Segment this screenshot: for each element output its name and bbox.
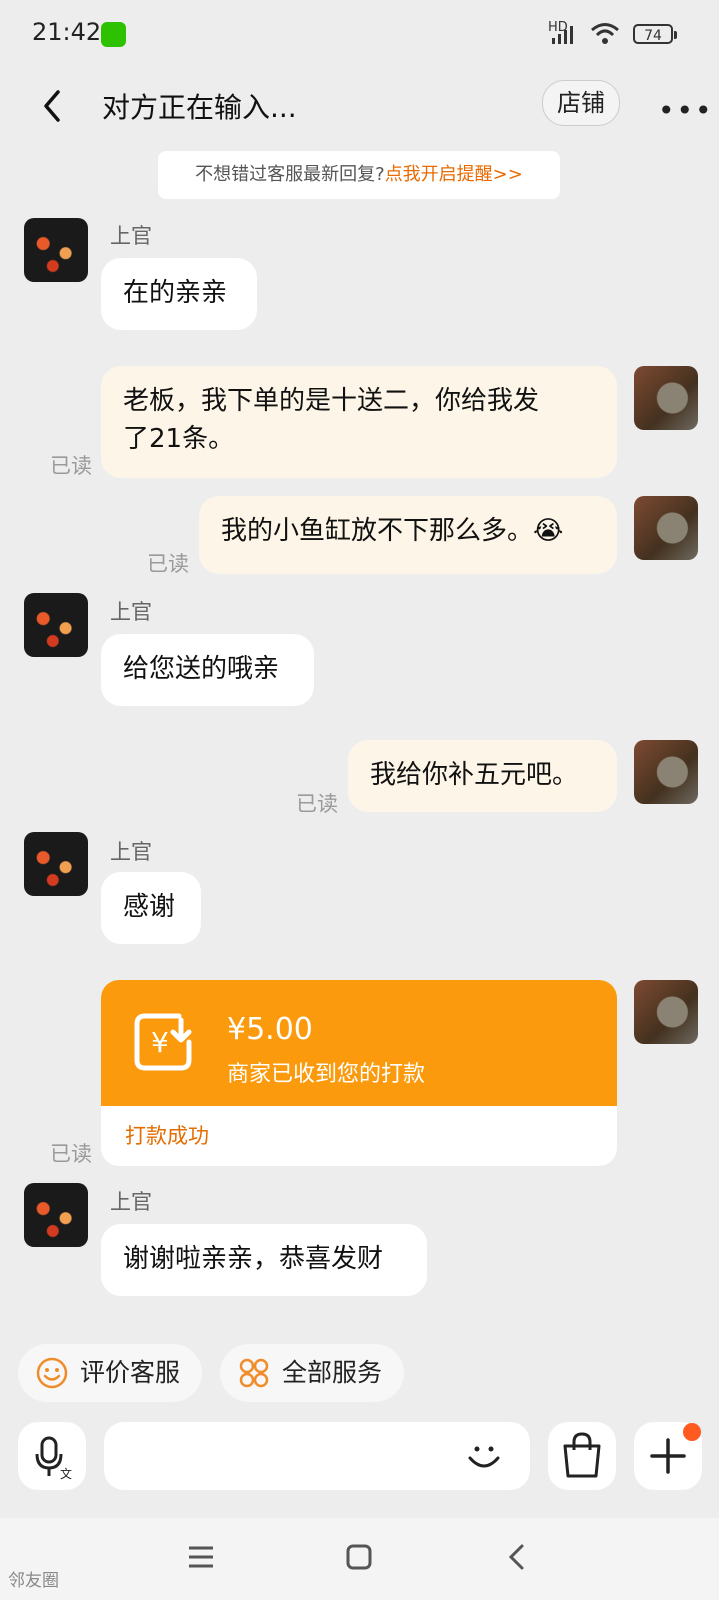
crying-emoji-icon: 😭 [533,516,564,546]
rate-service-button[interactable]: 评价客服 [18,1344,202,1402]
payment-description: 商家已收到您的打款 [227,1062,426,1087]
svg-text:文: 文 [60,1466,72,1481]
payment-status: 打款成功 [125,1124,209,1148]
yuan-symbol: ¥ [151,1026,169,1059]
all-services-button[interactable]: 全部服务 [220,1344,404,1402]
status-time: 21:42 [32,18,102,46]
message-bubble[interactable]: 给您送的哦亲 [101,634,314,706]
message-line: 老板，我下单的是十送二，你给我发 [123,386,540,416]
payment-card[interactable]: ¥ ¥5.00 商家已收到您的打款 打款成功 [101,980,617,1166]
voice-input-button[interactable]: 文 [18,1422,86,1490]
message-line: 了21条。 [123,424,235,454]
shop-avatar[interactable] [24,832,88,896]
read-receipt: 已读 [147,552,189,576]
chip-label: 全部服务 [282,1358,383,1387]
read-receipt: 已读 [50,454,92,478]
message-text: 我的小鱼缸放不下那么多。 [221,516,534,546]
payment-card-header: ¥ ¥5.00 商家已收到您的打款 [101,980,617,1106]
sender-name: 上官 [110,224,152,248]
payment-received-icon: ¥ [134,1013,192,1071]
message-bubble[interactable]: 我给你补五元吧。 [348,740,617,812]
shop-avatar[interactable] [24,1183,88,1247]
sender-name: 上官 [110,840,152,864]
page-title: 对方正在输入... [102,91,297,124]
sender-name: 上官 [110,1190,152,1214]
more-options-icon[interactable]: ••• [658,94,714,127]
watermark: 邻友圈 [8,1571,59,1591]
products-button[interactable] [548,1422,616,1490]
status-bar: 21:42 HD 74 [0,0,719,70]
wechat-icon [101,22,126,47]
read-receipt: 已读 [50,1142,92,1166]
grid-icon [239,1358,269,1388]
shop-button[interactable]: 店铺 [542,80,620,126]
user-avatar[interactable] [634,740,698,804]
emoji-icon[interactable] [464,1436,504,1476]
read-receipt: 已读 [296,792,338,816]
signal-icon [552,26,573,44]
chip-label: 评价客服 [80,1358,181,1387]
user-avatar[interactable] [634,496,698,560]
message-bubble[interactable]: 感谢 [101,872,201,944]
home-icon[interactable] [344,1542,374,1572]
user-avatar[interactable] [634,980,698,1044]
message-bubble[interactable]: 谢谢啦亲亲，恭喜发财 [101,1224,427,1296]
message-bubble[interactable]: 老板，我下单的是十送二，你给我发 了21条。 [101,366,617,478]
back-nav-icon[interactable] [502,1542,532,1572]
smile-icon [36,1357,68,1389]
back-arrow-icon[interactable] [36,88,72,124]
payment-amount: ¥5.00 [227,1012,313,1047]
sender-name: 上官 [110,600,152,624]
shop-avatar[interactable] [24,593,88,657]
notice-text: 不想错过客服最新回复? [195,164,385,185]
notification-dot [683,1423,701,1441]
message-input[interactable] [104,1422,530,1490]
message-bubble[interactable]: 在的亲亲 [101,258,257,330]
shopping-bag-icon [563,1432,601,1478]
notification-prompt[interactable]: 不想错过客服最新回复?点我开启提醒>> [158,151,560,199]
enable-reminder-link[interactable]: 点我开启提醒>> [385,164,523,185]
menu-icon[interactable] [186,1542,216,1572]
user-avatar[interactable] [634,366,698,430]
message-bubble[interactable]: 我的小鱼缸放不下那么多。😭 [199,496,617,574]
system-navigation-bar [0,1518,719,1600]
microphone-icon: 文 [35,1436,72,1481]
wifi-icon [591,23,619,44]
battery-indicator: 74 [633,24,677,44]
shop-avatar[interactable] [24,218,88,282]
